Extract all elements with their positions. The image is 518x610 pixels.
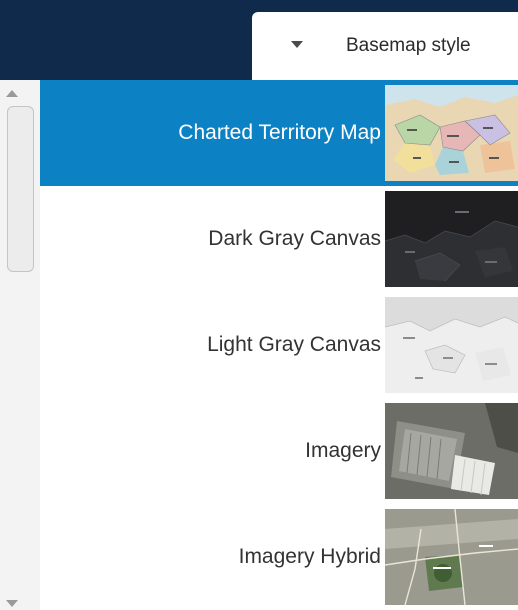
basemap-item-label: Dark Gray Canvas: [208, 227, 381, 250]
basemap-item-dark-gray-canvas[interactable]: Dark Gray Canvas: [40, 186, 518, 292]
basemap-item-label: Charted Territory Map: [178, 121, 381, 144]
basemap-item-label: Imagery Hybrid: [238, 545, 381, 568]
header-bar: Basemap style: [0, 0, 518, 80]
basemap-item-label: Imagery: [305, 439, 381, 462]
dark-gray-canvas-thumbnail: [385, 191, 518, 287]
basemap-list: Charted Territory Map Dark Gray Canvas L…: [40, 80, 518, 610]
imagery-hybrid-thumbnail: [385, 509, 518, 605]
basemap-item-imagery[interactable]: Imagery: [40, 398, 518, 504]
chevron-up-icon[interactable]: [6, 90, 18, 97]
basemap-style-dropdown[interactable]: Basemap style: [252, 12, 518, 80]
imagery-thumbnail: [385, 403, 518, 499]
basemap-item-imagery-hybrid[interactable]: Imagery Hybrid: [40, 504, 518, 610]
charted-territory-thumbnail: [385, 85, 518, 181]
basemap-item-label: Light Gray Canvas: [207, 333, 381, 356]
caret-down-icon[interactable]: [291, 41, 303, 48]
light-gray-canvas-thumbnail: [385, 297, 518, 393]
chevron-down-icon[interactable]: [6, 600, 18, 607]
basemap-item-charted-territory-map[interactable]: Charted Territory Map: [40, 80, 518, 186]
basemap-item-light-gray-canvas[interactable]: Light Gray Canvas: [40, 292, 518, 398]
scrollbar-thumb[interactable]: [7, 106, 34, 272]
dropdown-label: Basemap style: [346, 35, 471, 56]
